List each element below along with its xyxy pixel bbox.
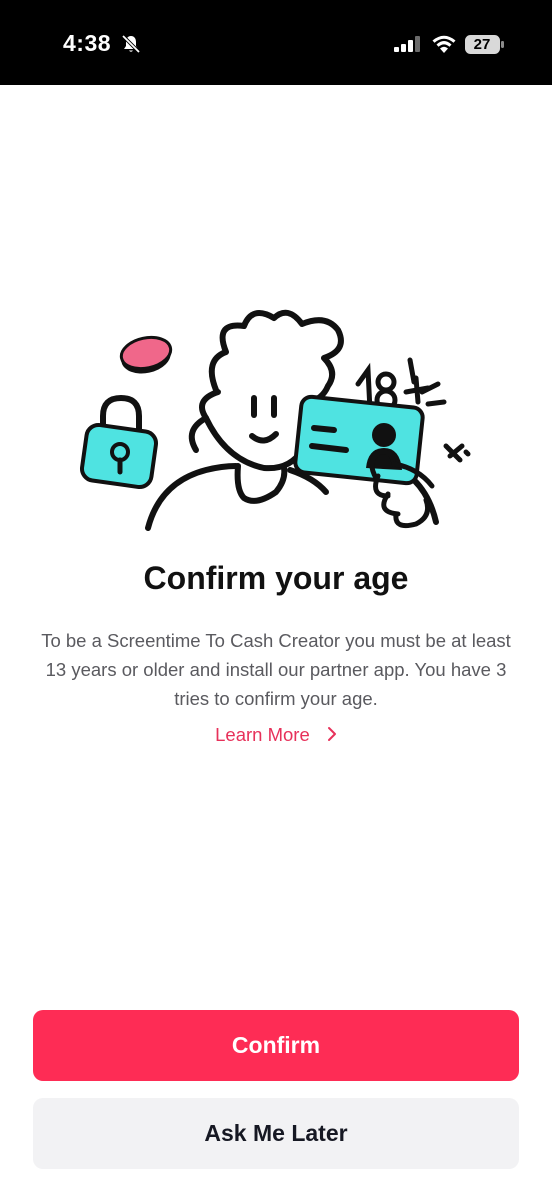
confirm-button-label: Confirm xyxy=(231,1032,321,1058)
learn-more-link[interactable]: Learn More xyxy=(0,724,552,747)
id-card-icon xyxy=(293,394,425,486)
ask-me-later-button[interactable]: Ask Me Later xyxy=(33,1098,519,1169)
age-verification-illustration xyxy=(76,300,476,545)
page-title: Confirm your age xyxy=(143,560,409,596)
status-time: 4:38 xyxy=(63,30,112,56)
battery-level: 27 xyxy=(473,36,491,53)
wifi-icon xyxy=(431,34,457,59)
ask-me-later-button-label: Ask Me Later xyxy=(204,1120,348,1146)
status-bar: 4:38 27 xyxy=(0,0,552,85)
padlock-icon xyxy=(79,394,159,490)
learn-more-label: Learn More xyxy=(215,724,310,745)
pink-coin-icon xyxy=(119,335,173,374)
bell-slash-icon xyxy=(121,34,141,59)
confirm-button[interactable]: Confirm xyxy=(33,1010,519,1081)
cellular-signal-icon xyxy=(394,36,422,57)
chevron-right-icon xyxy=(327,725,337,747)
description-text: To be a Screentime To Cash Creator you m… xyxy=(41,630,511,709)
